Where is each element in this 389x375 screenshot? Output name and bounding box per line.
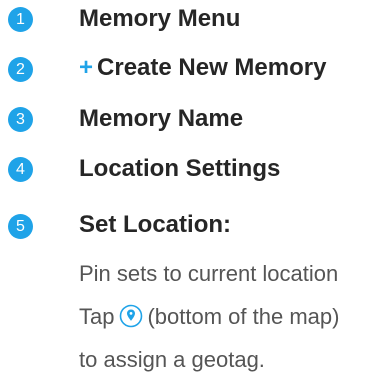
step-number-badge: 2 <box>8 57 33 82</box>
step-number-badge: 5 <box>8 214 33 239</box>
step-number-badge: 1 <box>8 7 33 32</box>
step-number-badge: 3 <box>8 107 33 132</box>
plus-icon: + <box>79 54 94 81</box>
set-location-line-1: Pin sets to current location <box>79 261 339 286</box>
step-label: Location Settings <box>79 155 281 182</box>
step-number-badge: 4 <box>8 157 33 182</box>
tap-text: Tap <box>79 304 115 329</box>
location-pin-icon <box>119 304 143 328</box>
step-label: Memory Menu <box>79 5 241 32</box>
set-location-line-2: Tap (bottom of the map) <box>79 303 339 332</box>
set-location-line-3: to assign a geotag. <box>79 347 265 372</box>
step-label-row: + Create New Memory <box>79 53 326 83</box>
step-label: Memory Name <box>79 105 244 132</box>
step-label: Set Location: <box>79 211 232 238</box>
map-bottom-text: (bottom of the map) <box>147 304 340 329</box>
step-label: Create New Memory <box>97 54 327 81</box>
